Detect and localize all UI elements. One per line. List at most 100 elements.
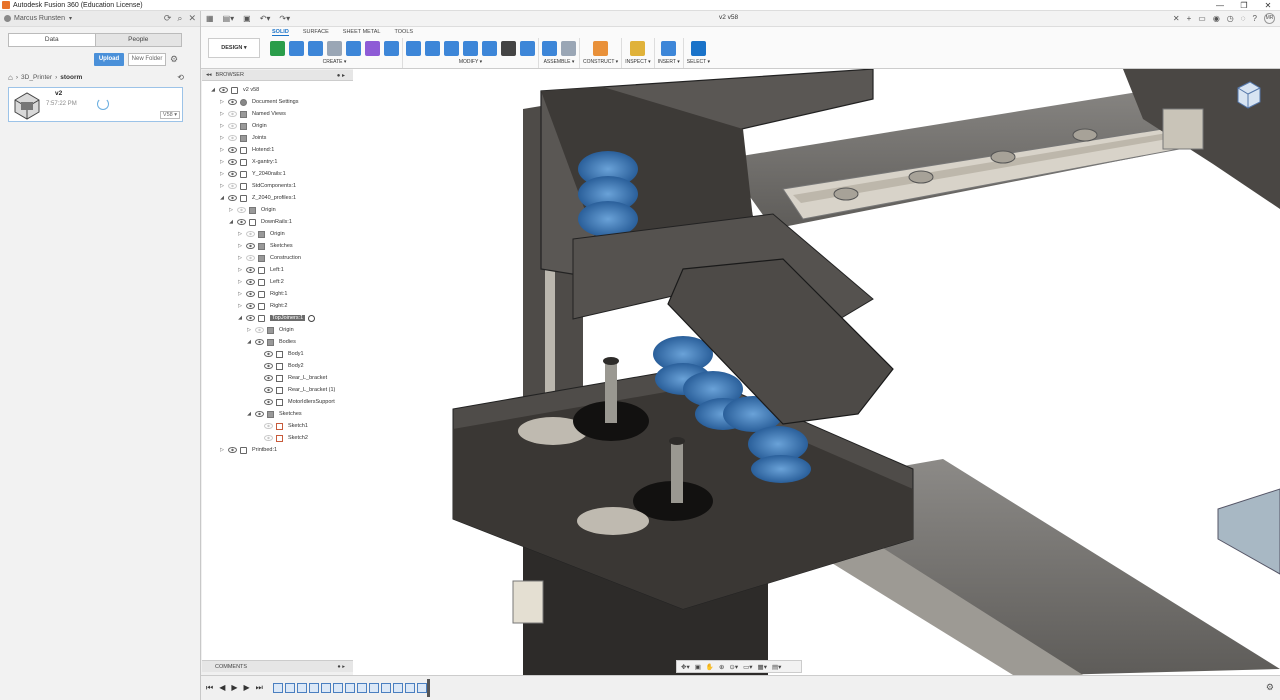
- timeline-feature-icon[interactable]: [297, 683, 307, 693]
- timeline-prev-icon[interactable]: ◀: [219, 683, 225, 693]
- timeline-feature-icon[interactable]: [393, 683, 403, 693]
- browser-node[interactable]: ▷ Construction: [237, 252, 301, 264]
- combine-icon[interactable]: [463, 40, 478, 56]
- browser-node[interactable]: ▷ StdComponents:1: [219, 180, 296, 192]
- visibility-eye-icon[interactable]: [264, 351, 273, 357]
- timeline-feature-icon[interactable]: [273, 683, 283, 693]
- browser-node[interactable]: ▷ Left:1: [237, 264, 284, 276]
- timeline-feature-icon[interactable]: [333, 683, 343, 693]
- home-icon[interactable]: ⌂: [8, 73, 13, 82]
- timeline-end-icon[interactable]: ⏭: [256, 683, 263, 693]
- expand-arrow-icon[interactable]: ▷: [219, 99, 225, 105]
- browser-node[interactable]: ◢ v2 v58: [210, 84, 259, 96]
- visibility-eye-icon[interactable]: [228, 135, 237, 141]
- help-icon[interactable]: ?: [1253, 14, 1257, 23]
- browser-node[interactable]: ▷ Sketches: [237, 240, 293, 252]
- browser-node[interactable]: ◢ DownRails:1: [228, 216, 292, 228]
- browser-node[interactable]: ▷ Document Settings: [219, 96, 298, 108]
- expand-arrow-icon[interactable]: ◢: [246, 339, 252, 345]
- zoom-icon[interactable]: ⊕: [719, 663, 724, 671]
- extensions-icon[interactable]: ◉: [1213, 14, 1220, 23]
- visibility-eye-icon[interactable]: [264, 399, 273, 405]
- tab-solid[interactable]: SOLID: [272, 29, 289, 36]
- chamfer-icon[interactable]: [444, 40, 459, 56]
- assemble-new-icon[interactable]: [542, 40, 557, 56]
- visibility-eye-icon[interactable]: [264, 375, 273, 381]
- visibility-eye-icon[interactable]: [255, 327, 264, 333]
- browser-node[interactable]: ▷ Hotend:1: [219, 144, 274, 156]
- visibility-eye-icon[interactable]: [228, 447, 237, 453]
- expand-arrow-icon[interactable]: ▷: [219, 159, 225, 165]
- browser-node[interactable]: ▷ Origin: [219, 120, 267, 132]
- comments-panel[interactable]: COMMENTS ● ▸: [202, 660, 353, 672]
- timeline-feature-icon[interactable]: [357, 683, 367, 693]
- grid-menu-icon[interactable]: ▦: [206, 14, 214, 23]
- viewports-icon[interactable]: ▤▾: [772, 663, 781, 671]
- browser-node[interactable]: Rear_L_bracket (1): [255, 384, 335, 396]
- timeline-settings-icon[interactable]: ⚙: [1266, 682, 1274, 693]
- press-pull-icon[interactable]: [406, 40, 421, 56]
- new-folder-button[interactable]: New Folder: [128, 53, 166, 66]
- comments-options-icon[interactable]: ● ▸: [337, 661, 345, 673]
- tab-people[interactable]: People: [94, 34, 181, 46]
- avatar[interactable]: MR: [1264, 13, 1275, 24]
- close-icon[interactable]: ✕: [188, 13, 196, 24]
- search-icon[interactable]: ⌕: [177, 13, 182, 24]
- browser-node[interactable]: ▷ Named Views: [219, 108, 286, 120]
- expand-arrow-icon[interactable]: ◢: [228, 219, 234, 225]
- ribbon-group-label[interactable]: MODIFY ▾: [459, 59, 482, 65]
- timeline-feature-icon[interactable]: [381, 683, 391, 693]
- visibility-eye-icon[interactable]: [237, 219, 246, 225]
- breadcrumb-folder[interactable]: stoorm: [60, 74, 82, 81]
- expand-arrow-icon[interactable]: ▷: [219, 111, 225, 117]
- visibility-eye-icon[interactable]: [264, 363, 273, 369]
- timeline-feature-icon[interactable]: [285, 683, 295, 693]
- expand-arrow-icon[interactable]: ▷: [237, 243, 243, 249]
- expand-arrow-icon[interactable]: ▷: [219, 171, 225, 177]
- visibility-eye-icon[interactable]: [264, 423, 273, 429]
- visibility-eye-icon[interactable]: [264, 387, 273, 393]
- expand-arrow-icon[interactable]: ▷: [246, 327, 252, 333]
- file-card[interactable]: v2 7:57:22 PM V58 ▾: [8, 87, 183, 122]
- visibility-eye-icon[interactable]: [219, 87, 228, 93]
- pattern-icon[interactable]: [346, 40, 361, 56]
- visibility-eye-icon[interactable]: [246, 303, 255, 309]
- visibility-eye-icon[interactable]: [264, 435, 273, 441]
- maximize-button[interactable]: ❐: [1232, 0, 1256, 11]
- browser-node[interactable]: ▷ Y_2040rails:1: [219, 168, 286, 180]
- visibility-eye-icon[interactable]: [228, 111, 237, 117]
- orbit-icon[interactable]: ✥▾: [681, 663, 690, 671]
- fit-icon[interactable]: ⊙▾: [729, 663, 738, 671]
- expand-arrow-icon[interactable]: ◢: [246, 411, 252, 417]
- workspace-dropdown[interactable]: DESIGN ▾: [208, 38, 260, 58]
- browser-node[interactable]: ◢ Sketches: [246, 408, 302, 420]
- fillet-icon[interactable]: [425, 40, 440, 56]
- visibility-eye-icon[interactable]: [228, 183, 237, 189]
- timeline-feature-icon[interactable]: [345, 683, 355, 693]
- align-icon[interactable]: [520, 40, 535, 56]
- expand-arrow-icon[interactable]: ▷: [228, 207, 234, 213]
- timeline-marker[interactable]: [427, 679, 430, 697]
- user-name[interactable]: Marcus Runsten: [14, 15, 65, 22]
- expand-arrow-icon[interactable]: ◢: [237, 315, 243, 321]
- close-tab-icon[interactable]: ✕: [1173, 14, 1180, 23]
- visibility-eye-icon[interactable]: [246, 255, 255, 261]
- browser-node[interactable]: Body2: [255, 360, 304, 372]
- visibility-eye-icon[interactable]: [228, 123, 237, 129]
- ribbon-group-label[interactable]: CREATE ▾: [323, 59, 347, 65]
- browser-node[interactable]: MotorIdlersSupport: [255, 396, 335, 408]
- shell-icon[interactable]: [384, 40, 399, 56]
- expand-arrow-icon[interactable]: ▷: [219, 183, 225, 189]
- file-menu-icon[interactable]: ▤▾: [223, 14, 235, 23]
- browser-node[interactable]: ▷ X-gantry:1: [219, 156, 277, 168]
- expand-arrow-icon[interactable]: ▷: [219, 447, 225, 453]
- browser-node[interactable]: ▷ Origin: [246, 324, 294, 336]
- browser-node[interactable]: ▷ Joints: [219, 132, 266, 144]
- save-icon[interactable]: ▣: [243, 14, 251, 23]
- expand-arrow-icon[interactable]: ▷: [237, 303, 243, 309]
- look-at-icon[interactable]: ▣: [695, 663, 701, 671]
- viewcube[interactable]: [1232, 78, 1264, 110]
- browser-node[interactable]: Sketch1: [255, 420, 308, 432]
- revolve-icon[interactable]: [308, 40, 323, 56]
- timeline-feature-icon[interactable]: [321, 683, 331, 693]
